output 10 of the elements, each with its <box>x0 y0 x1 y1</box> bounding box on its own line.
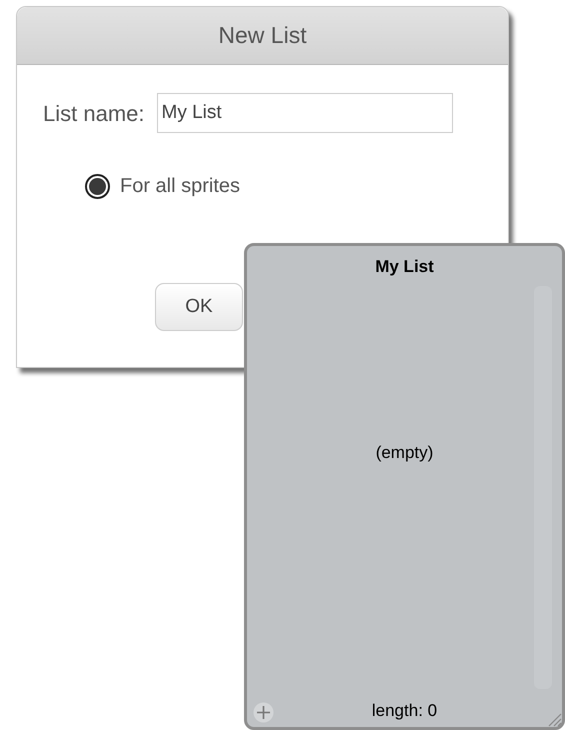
monitor-title: My List <box>375 256 434 278</box>
length-label: length: 0 <box>370 700 438 722</box>
field-label: List name: <box>43 100 144 128</box>
radio-button[interactable] <box>85 174 110 198</box>
empty-label: (empty) <box>376 442 434 464</box>
list-name-field[interactable]: My List <box>156 93 452 133</box>
dialog-title: New List <box>218 21 307 50</box>
add-icon[interactable] <box>253 702 274 723</box>
ok-button[interactable]: OK <box>155 283 243 331</box>
radio-label[interactable]: For all sprites <box>120 171 240 201</box>
